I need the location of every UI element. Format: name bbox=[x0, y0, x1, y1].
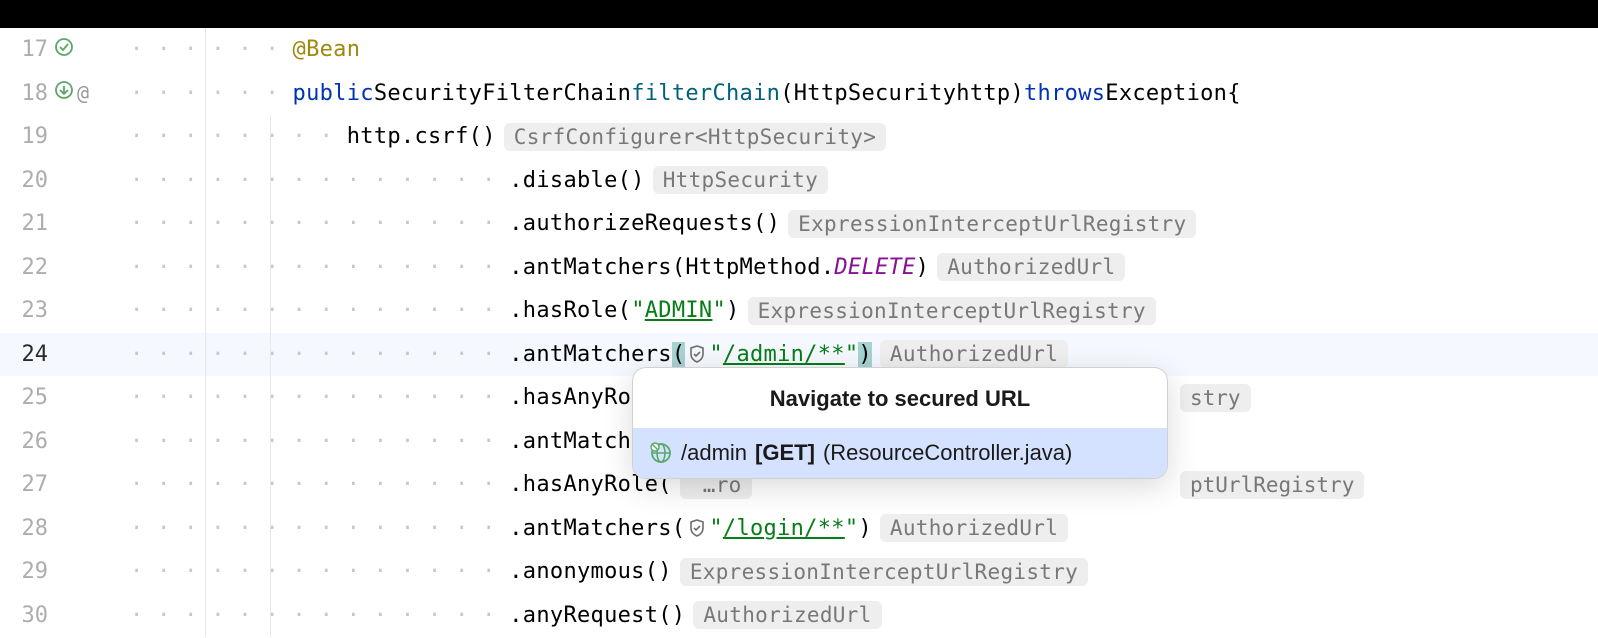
code-text[interactable]: · · · · · · · · · · · · · · .disable()Ht… bbox=[130, 166, 828, 194]
code-line-20[interactable]: 20 · · · · · · · · · · · · · · .disable(… bbox=[0, 159, 1598, 203]
gutter[interactable]: 23 bbox=[0, 298, 130, 323]
popup-path: /admin bbox=[681, 440, 747, 466]
shield-icon[interactable] bbox=[687, 344, 707, 364]
gutter[interactable]: 25 bbox=[0, 385, 130, 410]
url-pattern-link[interactable]: /login/** bbox=[723, 516, 845, 541]
shield-icon[interactable] bbox=[687, 518, 707, 538]
line-number: 19 bbox=[18, 124, 48, 149]
code-line-30[interactable]: 30 · · · · · · · · · · · · · · .anyReque… bbox=[0, 594, 1598, 638]
gutter[interactable]: 24 bbox=[0, 342, 130, 367]
gutter[interactable]: 27 bbox=[0, 472, 130, 497]
line-number: 20 bbox=[18, 168, 48, 193]
type-hint: AuthorizedUrl bbox=[693, 601, 881, 629]
type-hint: HttpSecurity bbox=[653, 166, 828, 194]
code-line-19[interactable]: 19 · · · · · · · · http.csrf()CsrfConfig… bbox=[0, 115, 1598, 159]
type-hint: AuthorizedUrl bbox=[937, 253, 1125, 281]
gutter[interactable]: 17 bbox=[0, 37, 130, 63]
type-hint: CsrfConfigurer<HttpSecurity> bbox=[504, 123, 886, 151]
line-number: 24 bbox=[18, 342, 48, 367]
code-line-21[interactable]: 21 · · · · · · · · · · · · · · .authoriz… bbox=[0, 202, 1598, 246]
line-number: 28 bbox=[18, 516, 48, 541]
type-hint-tail: stry bbox=[1180, 384, 1251, 412]
globe-icon bbox=[649, 441, 673, 465]
type-hint: AuthorizedUrl bbox=[880, 514, 1068, 542]
gutter[interactable]: 21 bbox=[0, 211, 130, 236]
line-number: 25 bbox=[18, 385, 48, 410]
gutter[interactable]: 19 bbox=[0, 124, 130, 149]
at-icon[interactable]: @ bbox=[77, 81, 89, 105]
line-number: 27 bbox=[18, 472, 48, 497]
popup-title: Navigate to secured URL bbox=[633, 368, 1167, 428]
type-hint: ExpressionInterceptUrlRegistry bbox=[680, 558, 1088, 586]
line-number: 21 bbox=[18, 211, 48, 236]
line-number: 23 bbox=[18, 298, 48, 323]
gutter[interactable]: 30 bbox=[0, 603, 130, 628]
code-line-23[interactable]: 23 · · · · · · · · · · · · · · .hasRole(… bbox=[0, 289, 1598, 333]
gutter[interactable]: 20 bbox=[0, 168, 130, 193]
type-hint: ExpressionInterceptUrlRegistry bbox=[748, 297, 1156, 325]
code-text[interactable]: · · · · · · @Bean bbox=[130, 37, 360, 62]
code-text[interactable]: · · · · · · · · · · · · · · .hasRole("AD… bbox=[130, 297, 1156, 325]
popup-item[interactable]: /admin [GET] (ResourceController.java) bbox=[633, 428, 1167, 478]
navigate-popup: Navigate to secured URL /admin [GET] (Re… bbox=[632, 367, 1168, 479]
code-text[interactable]: · · · · · · · · · · · · · · .authorizeRe… bbox=[130, 210, 1196, 238]
override-icon[interactable] bbox=[54, 80, 74, 106]
override-icon[interactable] bbox=[54, 37, 74, 63]
code-text[interactable]: · · · · · · · · · · · · · · .anonymous()… bbox=[130, 558, 1088, 586]
code-text[interactable]: · · · · · · · · http.csrf()CsrfConfigure… bbox=[130, 123, 886, 151]
type-hint: AuthorizedUrl bbox=[880, 340, 1068, 368]
line-number: 29 bbox=[18, 559, 48, 584]
code-line-28[interactable]: 28 · · · · · · · · · · · · · · .antMatch… bbox=[0, 507, 1598, 551]
code-line-17[interactable]: 17 · · · · · · @Bean bbox=[0, 28, 1598, 72]
type-hint-tail: ptUrlRegistry bbox=[1180, 471, 1364, 499]
line-number: 30 bbox=[18, 603, 48, 628]
code-editor[interactable]: 17 · · · · · · @Bean 18 @ · · · · · · pu… bbox=[0, 28, 1598, 637]
window-top-bar bbox=[0, 0, 1598, 28]
gutter[interactable]: 22 bbox=[0, 255, 130, 280]
code-text[interactable]: · · · · · · public SecurityFilterChain f… bbox=[130, 81, 1241, 106]
code-line-18[interactable]: 18 @ · · · · · · public SecurityFilterCh… bbox=[0, 72, 1598, 116]
code-text[interactable]: · · · · · · · · · · · · · · .antMatchers… bbox=[130, 253, 1125, 281]
line-number: 17 bbox=[18, 37, 48, 62]
popup-file: (ResourceController.java) bbox=[823, 440, 1072, 466]
line-number: 22 bbox=[18, 255, 48, 280]
popup-method: [GET] bbox=[755, 440, 815, 466]
code-text[interactable]: · · · · · · · · · · · · · · .anyRequest(… bbox=[130, 601, 882, 629]
code-line-29[interactable]: 29 · · · · · · · · · · · · · · .anonymou… bbox=[0, 550, 1598, 594]
gutter[interactable]: 29 bbox=[0, 559, 130, 584]
line-number: 26 bbox=[18, 429, 48, 454]
code-line-22[interactable]: 22 · · · · · · · · · · · · · · .antMatch… bbox=[0, 246, 1598, 290]
gutter[interactable]: 26 bbox=[0, 429, 130, 454]
code-text[interactable]: · · · · · · · · · · · · · · .antMatchers… bbox=[130, 429, 709, 454]
type-hint: ExpressionInterceptUrlRegistry bbox=[788, 210, 1196, 238]
url-pattern-link[interactable]: /admin/** bbox=[723, 342, 845, 367]
line-number: 18 bbox=[18, 81, 48, 106]
gutter[interactable]: 28 bbox=[0, 516, 130, 541]
gutter[interactable]: 18 @ bbox=[0, 80, 130, 106]
